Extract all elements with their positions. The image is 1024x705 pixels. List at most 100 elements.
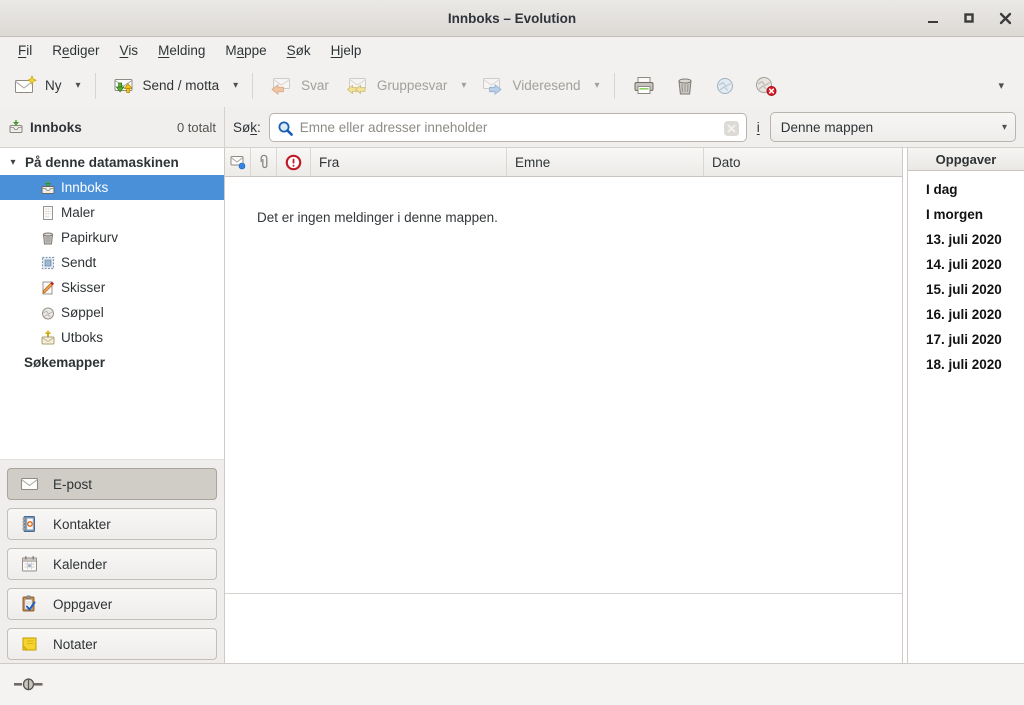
tree-root-on-this-computer[interactable]: ▾ På denne datamaskinen [0, 150, 224, 175]
folder-label: Sendt [61, 255, 96, 270]
minimize-button[interactable] [922, 7, 944, 29]
reply-button[interactable]: Svar [261, 70, 337, 102]
folder-label: Skisser [61, 280, 105, 295]
clear-search-icon[interactable] [723, 120, 740, 140]
column-important[interactable] [277, 148, 311, 176]
task-group-tomorrow[interactable]: I morgen [926, 202, 1024, 227]
empty-folder-message: Det er ingen meldinger i denne mappen. [225, 177, 902, 225]
menu-fil[interactable]: Fil [10, 40, 40, 61]
contacts-icon [20, 515, 39, 533]
not-junk-icon [754, 75, 778, 97]
task-pane: Oppgaver I dag I morgen 13. juli 2020 14… [907, 148, 1024, 663]
new-message-label: Ny [45, 78, 62, 93]
column-date[interactable]: Dato [704, 148, 902, 176]
switcher-contacts-button[interactable]: Kontakter [7, 508, 217, 540]
reply-label: Svar [301, 78, 329, 93]
window-title: Innboks – Evolution [448, 11, 576, 26]
folder-header-title: Innboks [30, 120, 82, 135]
column-subject[interactable]: Emne [507, 148, 704, 176]
search-label: Søk: [233, 120, 261, 135]
menu-mappe[interactable]: Mappe [217, 40, 274, 61]
switcher-calendar-button[interactable]: Kalender [7, 548, 217, 580]
search-scope-combobox[interactable]: Denne mappen ▾ [770, 112, 1016, 142]
expander-icon[interactable]: ▾ [6, 157, 20, 168]
folder-label: Utboks [61, 330, 103, 345]
menu-label: Melding [158, 43, 205, 58]
switcher-memos-button[interactable]: Notater [7, 628, 217, 660]
task-group-date[interactable]: 17. juli 2020 [926, 327, 1024, 352]
trash-folder-icon [40, 230, 56, 246]
menu-sok[interactable]: Søk [279, 40, 319, 61]
templates-icon [40, 205, 56, 221]
tree-root-label: På denne datamaskinen [25, 155, 179, 170]
main-area: ▾ På denne datamaskinen Innboks [0, 148, 1024, 663]
task-group-date[interactable]: 16. juli 2020 [926, 302, 1024, 327]
preview-pane[interactable] [225, 594, 902, 663]
task-group-date[interactable]: 18. juli 2020 [926, 352, 1024, 377]
group-reply-dropdown-arrow[interactable]: ▾ [455, 76, 472, 95]
forward-button[interactable]: Videresend [472, 70, 588, 102]
send-receive-icon [112, 75, 135, 97]
send-receive-button[interactable]: Send / motta [104, 70, 228, 102]
menu-hjelp[interactable]: Hjelp [323, 40, 370, 61]
not-junk-button[interactable] [745, 70, 787, 102]
sent-icon [40, 255, 56, 271]
switcher-mail-button[interactable]: E-post [7, 468, 217, 500]
search-scope-value: Denne mappen [781, 120, 994, 135]
menu-melding[interactable]: Melding [150, 40, 213, 61]
print-button[interactable] [623, 70, 665, 102]
switcher-tasks-button[interactable]: Oppgaver [7, 588, 217, 620]
toolbar-overflow-arrow[interactable]: ▾ [992, 75, 1010, 96]
search-input[interactable] [270, 114, 746, 141]
toolbar: Ny ▾ Send / motta ▾ Svar [0, 64, 1024, 107]
toolbar-separator [614, 73, 615, 99]
statusbar [0, 663, 1024, 705]
inbox-small-icon [8, 119, 24, 135]
toolbar-separator [95, 73, 96, 99]
folder-header-count: 0 totalt [177, 120, 216, 135]
search-area: Søk: i Denne mappen [225, 107, 1024, 147]
search-band: Innboks 0 totalt Søk: [0, 107, 1024, 148]
window-controls [922, 0, 1016, 36]
column-from[interactable]: Fra [311, 148, 507, 176]
task-pane-header[interactable]: Oppgaver [908, 148, 1024, 171]
group-reply-icon [345, 75, 369, 97]
memos-icon [20, 635, 39, 653]
tree-root-search-folders[interactable]: Søkemapper [0, 350, 224, 375]
group-reply-button[interactable]: Gruppesvar [337, 70, 456, 102]
column-status[interactable] [225, 148, 251, 176]
column-label: Emne [515, 155, 550, 170]
folder-soppel[interactable]: Søppel [0, 300, 224, 325]
send-receive-dropdown-arrow[interactable]: ▾ [227, 76, 244, 95]
folder-utboks[interactable]: Utboks [0, 325, 224, 350]
switcher-label: Kalender [53, 557, 107, 572]
tasks-icon [20, 595, 39, 613]
folder-innboks[interactable]: Innboks [0, 175, 224, 200]
message-list-body[interactable]: Det er ingen meldinger i denne mappen. [225, 177, 902, 594]
calendar-icon [20, 555, 39, 573]
junk-button[interactable] [705, 70, 745, 102]
column-attachment[interactable] [251, 148, 277, 176]
new-message-button[interactable]: Ny [6, 70, 70, 102]
new-message-dropdown-arrow[interactable]: ▾ [70, 76, 87, 95]
close-button[interactable] [994, 7, 1016, 29]
task-group-date[interactable]: 14. juli 2020 [926, 252, 1024, 277]
maximize-button[interactable] [958, 7, 980, 29]
folder-label: Innboks [61, 180, 108, 195]
menu-rediger[interactable]: Rediger [44, 40, 107, 61]
folder-papirkurv[interactable]: Papirkurv [0, 225, 224, 250]
menu-label: Fil [18, 43, 32, 58]
forward-dropdown-arrow[interactable]: ▾ [589, 76, 606, 95]
online-status-button[interactable] [14, 677, 44, 692]
task-group-date[interactable]: 15. juli 2020 [926, 277, 1024, 302]
menu-vis[interactable]: Vis [112, 40, 147, 61]
delete-button[interactable] [665, 70, 705, 102]
task-group-today[interactable]: I dag [926, 177, 1024, 202]
task-group-date[interactable]: 13. juli 2020 [926, 227, 1024, 252]
view-switcher: E-post Kontakter [0, 459, 224, 668]
folder-sendt[interactable]: Sendt [0, 250, 224, 275]
folder-maler[interactable]: Maler [0, 200, 224, 225]
maximize-icon [963, 12, 975, 24]
folder-skisser[interactable]: Skisser [0, 275, 224, 300]
titlebar[interactable]: Innboks – Evolution [0, 0, 1024, 37]
